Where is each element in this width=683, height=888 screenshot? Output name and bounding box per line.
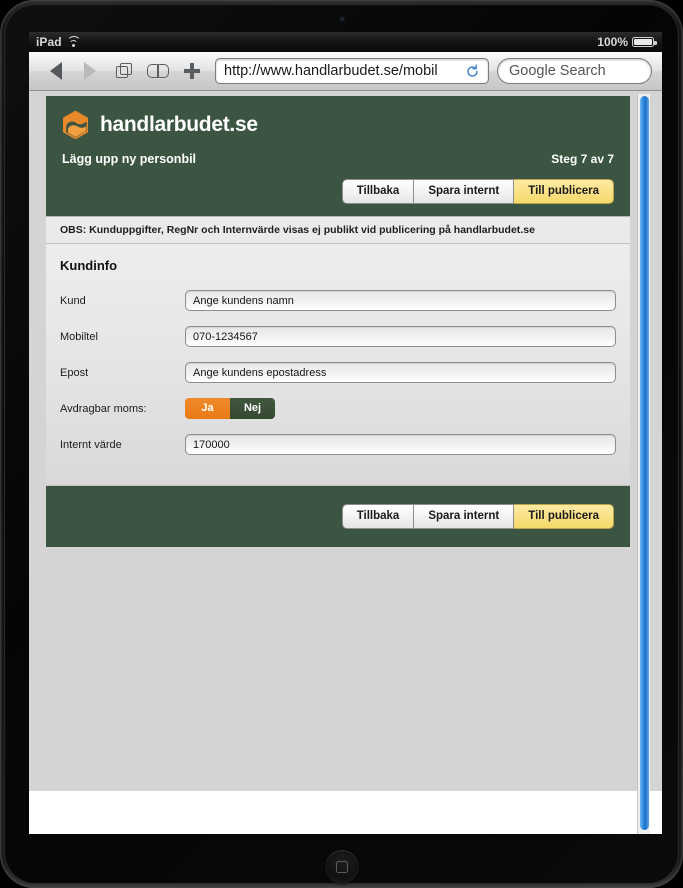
reload-icon[interactable]: [465, 63, 480, 79]
web-content-area: handlarbudet.se Lägg upp ny personbil St…: [29, 91, 662, 834]
customer-info-form: Kundinfo Kund Mobiltel Epost: [46, 244, 630, 486]
field-row-avdragbar-moms: Avdragbar moms: Ja Nej: [60, 393, 616, 424]
back-button[interactable]: [39, 56, 73, 86]
page-title: Lägg upp ny personbil: [62, 152, 197, 166]
tabs-button[interactable]: [107, 56, 141, 86]
status-bar-right: 100%: [597, 32, 657, 52]
privacy-notice: OBS: Kunduppgifter, RegNr och Internvärd…: [46, 216, 630, 244]
toggle-option-nej[interactable]: Nej: [230, 398, 275, 419]
wifi-icon: [66, 35, 81, 48]
field-row-internt-varde: Internt värde: [60, 429, 616, 460]
back-step-button-top[interactable]: Tillbaka: [341, 179, 415, 204]
brand-name: handlarbudet.se: [100, 113, 258, 136]
input-internt-varde[interactable]: [185, 434, 616, 455]
field-row-epost: Epost: [60, 357, 616, 388]
label-kund: Kund: [60, 294, 86, 307]
hexagon-logo-icon: [62, 110, 89, 140]
home-button[interactable]: [324, 850, 359, 884]
scrollbar-thumb[interactable]: [640, 96, 649, 830]
forward-button[interactable]: [73, 56, 107, 86]
label-epost: Epost: [60, 366, 89, 379]
input-mobiltel[interactable]: [185, 326, 616, 347]
label-mobiltel: Mobiltel: [60, 330, 98, 343]
browser-toolbar: http://www.handlarbudet.se/mobil Google …: [29, 52, 662, 91]
status-bar-left: iPad: [36, 32, 81, 52]
front-camera: [338, 16, 345, 22]
header-button-bar: Tillbaka Spara internt Till publicera: [62, 179, 614, 204]
book-icon: [147, 64, 169, 78]
step-indicator: Steg 7 av 7: [551, 152, 614, 166]
input-epost[interactable]: [185, 362, 616, 383]
header-subrow: Lägg upp ny personbil Steg 7 av 7: [62, 152, 614, 166]
page-scrollbar[interactable]: [637, 94, 650, 834]
battery-icon: [632, 37, 657, 47]
plus-icon: [184, 63, 200, 79]
page-container: handlarbudet.se Lägg upp ny personbil St…: [46, 96, 630, 547]
footer-button-group: Tillbaka Spara internt Till publicera: [341, 504, 614, 529]
publish-button-bottom[interactable]: Till publicera: [514, 504, 614, 529]
label-internt-varde: Internt värde: [60, 438, 122, 451]
section-title: Kundinfo: [60, 258, 118, 273]
search-placeholder-text: Google Search: [509, 63, 606, 79]
input-kund[interactable]: [185, 290, 616, 311]
site-footer: Tillbaka Spara internt Till publicera: [46, 486, 630, 547]
device-screen: iPad 100% http://www.handlarbudet.se/mob…: [29, 32, 662, 834]
back-step-button-bottom[interactable]: Tillbaka: [341, 504, 415, 529]
url-address-bar[interactable]: http://www.handlarbudet.se/mobil: [215, 58, 489, 84]
tabs-icon: [115, 62, 133, 80]
url-text: http://www.handlarbudet.se/mobil: [224, 63, 438, 79]
bookmarks-button[interactable]: [141, 56, 175, 86]
device-name-label: iPad: [36, 35, 62, 49]
site-header: handlarbudet.se Lägg upp ny personbil St…: [46, 96, 630, 216]
toggle-option-ja[interactable]: Ja: [185, 398, 230, 419]
home-button-square-icon: [335, 861, 348, 873]
save-internal-button-top[interactable]: Spara internt: [414, 179, 515, 204]
brand-row: handlarbudet.se: [62, 110, 614, 140]
ipad-device: iPad 100% http://www.handlarbudet.se/mob…: [0, 0, 683, 888]
back-arrow-icon: [50, 62, 62, 80]
search-input[interactable]: Google Search: [497, 58, 652, 84]
field-row-mobiltel: Mobiltel: [60, 321, 616, 352]
battery-percent-label: 100%: [597, 35, 628, 49]
new-tab-button[interactable]: [175, 56, 209, 86]
ios-status-bar: iPad 100%: [29, 32, 662, 52]
forward-arrow-icon: [84, 62, 96, 80]
label-avdragbar-moms: Avdragbar moms:: [60, 402, 147, 415]
publish-button-top[interactable]: Till publicera: [514, 179, 614, 204]
save-internal-button-bottom[interactable]: Spara internt: [414, 504, 515, 529]
header-button-group: Tillbaka Spara internt Till publicera: [341, 179, 614, 204]
device-bezel: iPad 100% http://www.handlarbudet.se/mob…: [4, 4, 679, 884]
vat-deductible-toggle: Ja Nej: [185, 398, 275, 419]
field-row-kund: Kund: [60, 285, 616, 316]
